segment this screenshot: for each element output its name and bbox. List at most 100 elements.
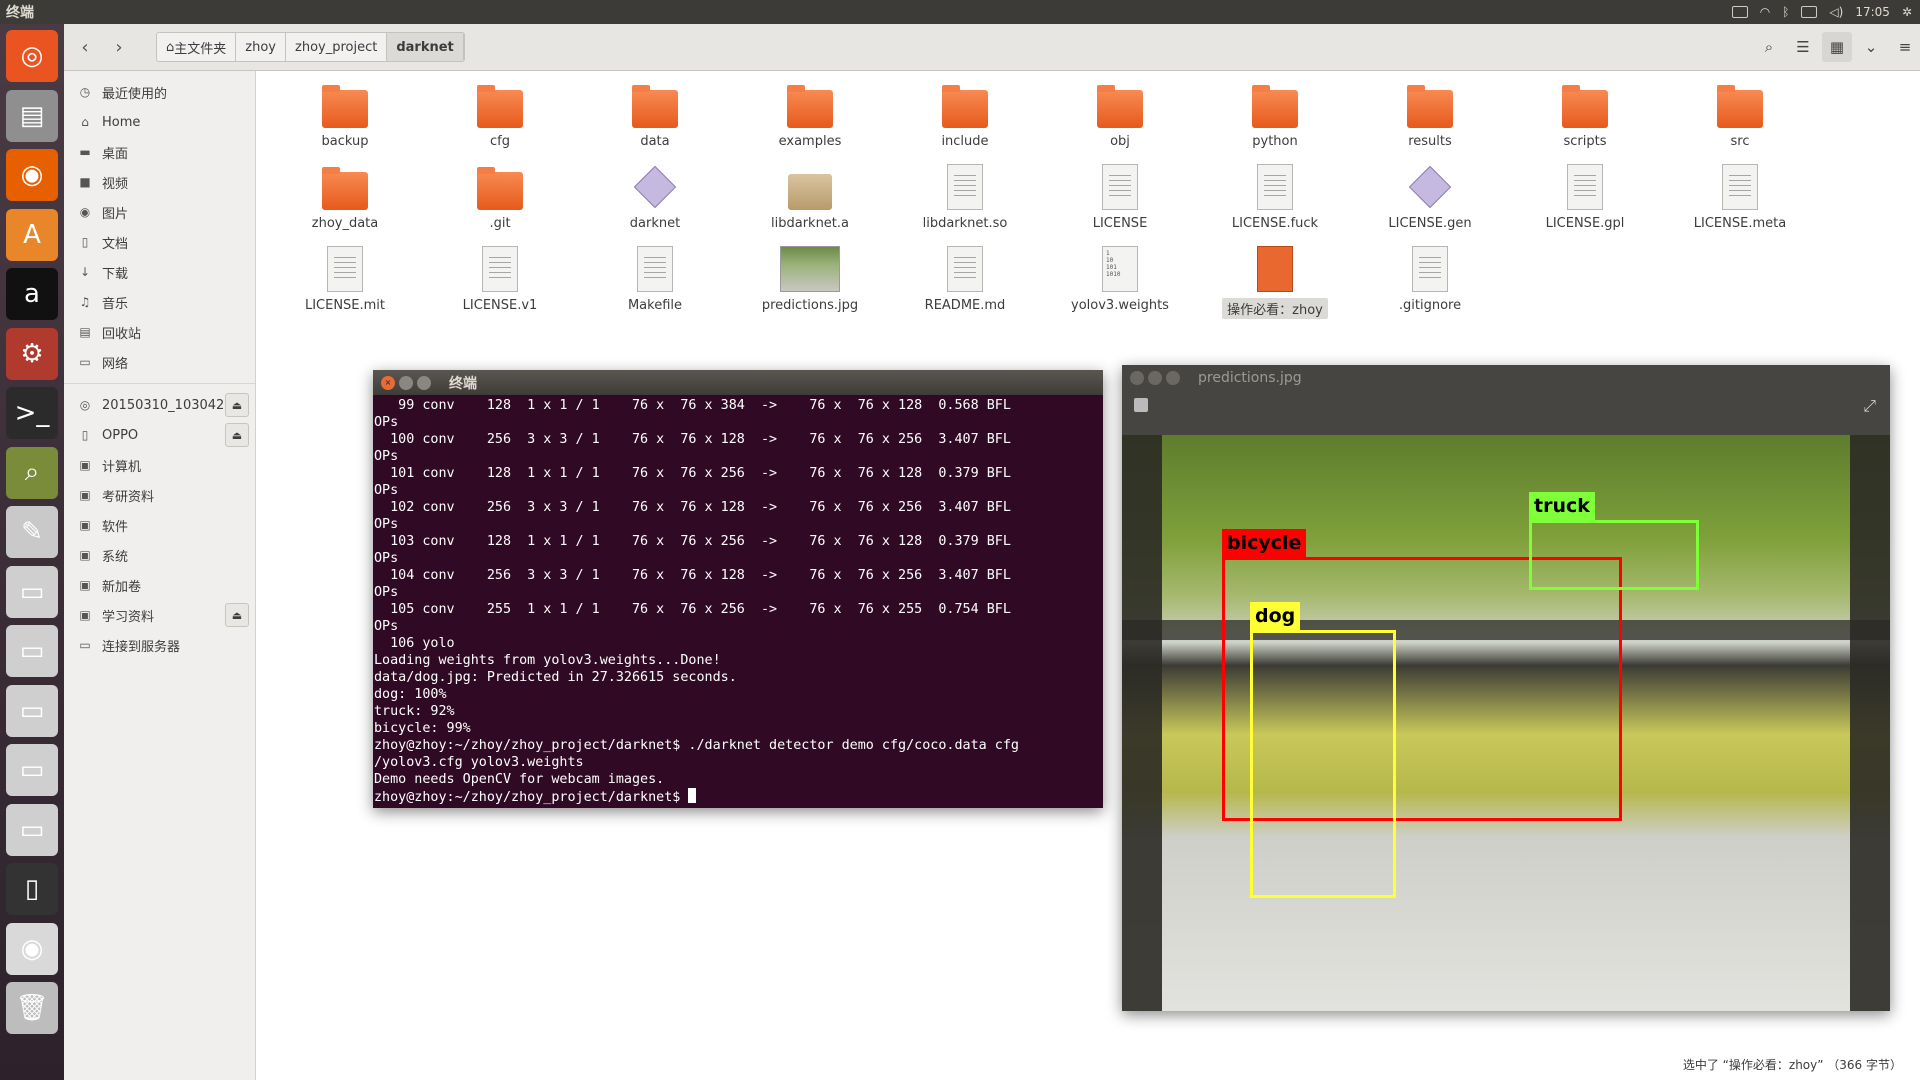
list-view-icon[interactable]: ☰	[1788, 32, 1818, 62]
terminal-prompt-line[interactable]: zhoy@zhoy:~/zhoy/zhoy_project/darknet$	[374, 788, 1103, 806]
files-icon[interactable]: ▤	[6, 89, 58, 142]
maximize-icon[interactable]	[1166, 370, 1180, 385]
file-item[interactable]: obj	[1045, 78, 1195, 156]
phone-icon[interactable]: ▯	[6, 863, 58, 915]
file-item[interactable]: 1 10 101 1010 yolov3.weights	[1045, 242, 1195, 320]
sidebar-item[interactable]: ■ 视频	[64, 167, 255, 197]
file-item[interactable]: .git	[425, 160, 575, 238]
file-item[interactable]: src	[1665, 78, 1815, 156]
volume-icon[interactable]: ◁)	[1829, 5, 1843, 19]
sidebar-item[interactable]: ◎ 20150310_103042 ⏏	[64, 390, 255, 420]
file-item[interactable]: LICENSE.gen	[1355, 160, 1505, 238]
sidebar-item[interactable]: ▣ 系统	[64, 540, 255, 570]
search-icon[interactable]: ⌕	[1754, 32, 1784, 62]
file-item[interactable]: cfg	[425, 78, 575, 156]
terminal-icon[interactable]: >_	[6, 387, 58, 439]
drive-icon[interactable]: ▭	[6, 625, 58, 677]
sidebar-item[interactable]: ▣ 计算机	[64, 450, 255, 480]
file-item[interactable]: .gitignore	[1355, 242, 1505, 320]
breadcrumb-item[interactable]: ⌂ 主文件夹	[157, 33, 237, 61]
sidebar-item[interactable]: ▯ OPPO ⏏	[64, 420, 255, 450]
gallery-icon[interactable]	[1134, 398, 1148, 412]
sidebar-item[interactable]: ▣ 学习资料 ⏏	[64, 600, 255, 630]
minimize-icon[interactable]	[1148, 370, 1162, 385]
amazon-icon[interactable]: a	[6, 268, 58, 320]
close-icon[interactable]	[1130, 370, 1144, 385]
chevron-down-icon[interactable]: ⌄	[1856, 32, 1886, 62]
viewer-titlebar[interactable]: predictions.jpg	[1122, 365, 1890, 390]
file-item[interactable]: include	[890, 78, 1040, 156]
eject-icon[interactable]: ⏏	[225, 603, 249, 627]
file-item[interactable]: zhoy_data	[270, 160, 420, 238]
file-item[interactable]: predictions.jpg	[735, 242, 885, 320]
fullscreen-icon[interactable]: ⤢	[1863, 396, 1876, 416]
sidebar-item[interactable]: ♫ 音乐	[64, 287, 255, 317]
file-item[interactable]: LICENSE.v1	[425, 242, 575, 320]
file-item[interactable]: LICENSE.gpl	[1510, 160, 1660, 238]
grid-view-icon[interactable]: ▦	[1822, 32, 1852, 62]
forward-button[interactable]: ›	[106, 33, 132, 61]
file-item[interactable]: libdarknet.a	[735, 160, 885, 238]
settings-icon[interactable]: ⚙	[6, 327, 58, 380]
breadcrumb-item[interactable]: darknet	[387, 33, 464, 61]
file-item[interactable]: darknet	[580, 160, 730, 238]
file-item[interactable]: data	[580, 78, 730, 156]
close-icon[interactable]: ×	[381, 375, 395, 390]
ubuntu-dash-icon[interactable]: ◎	[6, 30, 58, 82]
bluetooth-icon[interactable]: ᛒ	[1782, 5, 1789, 19]
sidebar-item[interactable]: ▣ 考研资料	[64, 480, 255, 510]
file-item[interactable]: LICENSE.mit	[270, 242, 420, 320]
drive-icon[interactable]: ▭	[6, 565, 58, 618]
file-item[interactable]: LICENSE.fuck	[1200, 160, 1350, 238]
drive-icon[interactable]: ▭	[6, 803, 58, 856]
back-button[interactable]: ‹	[72, 33, 98, 61]
sidebar-item[interactable]: ▬ 桌面	[64, 137, 255, 167]
image-viewer-window[interactable]: predictions.jpg ⤢ bicycle truck dog	[1122, 365, 1890, 1011]
breadcrumb-item[interactable]: zhoy_project	[286, 33, 388, 61]
file-item[interactable]: LICENSE.meta	[1665, 160, 1815, 238]
file-item[interactable]: python	[1200, 78, 1350, 156]
file-item[interactable]: scripts	[1510, 78, 1660, 156]
drive-icon[interactable]: ▭	[6, 684, 58, 737]
sidebar-item[interactable]: ◉ 图片	[64, 197, 255, 227]
wifi-icon[interactable]: ◠	[1760, 5, 1770, 19]
dvd-icon[interactable]: ◉	[6, 922, 58, 975]
sidebar-item[interactable]: ⌂ Home	[64, 107, 255, 137]
terminal-window[interactable]: × 终端 99 conv 128 1 x 1 / 1 76 x 76 x 384…	[373, 370, 1103, 808]
image-viewer-icon[interactable]: ⌕	[6, 446, 58, 499]
sidebar-item[interactable]: ▤ 回收站	[64, 317, 255, 347]
menu-icon[interactable]: ≡	[1890, 32, 1920, 62]
sidebar-item[interactable]: ▭ 网络	[64, 347, 255, 377]
firefox-icon[interactable]: ◉	[6, 149, 58, 201]
maximize-icon[interactable]	[417, 375, 431, 390]
file-item[interactable]: Makefile	[580, 242, 730, 320]
terminal-output[interactable]: 99 conv 128 1 x 1 / 1 76 x 76 x 384 -> 7…	[373, 395, 1103, 806]
eject-icon[interactable]: ⏏	[225, 393, 249, 417]
breadcrumb-item[interactable]: zhoy	[236, 33, 286, 61]
file-item[interactable]: 操作必看：zhoy	[1200, 242, 1350, 320]
minimize-icon[interactable]	[399, 375, 413, 390]
file-item[interactable]: results	[1355, 78, 1505, 156]
software-center-icon[interactable]: A	[6, 208, 58, 261]
drive-icon[interactable]: ▭	[6, 744, 58, 796]
sidebar-item[interactable]: ▯ 文档	[64, 227, 255, 257]
text-editor-icon[interactable]: ✎	[6, 506, 58, 558]
eject-icon[interactable]: ⏏	[225, 423, 249, 447]
sidebar-item[interactable]: ◷ 最近使用的	[64, 77, 255, 107]
sidebar-item[interactable]: ↓ 下载	[64, 257, 255, 287]
file-item[interactable]: examples	[735, 78, 885, 156]
gear-icon[interactable]: ✲	[1902, 5, 1912, 19]
battery-icon[interactable]	[1801, 6, 1818, 18]
sidebar-item[interactable]: ▣ 新加卷	[64, 570, 255, 600]
file-item[interactable]: README.md	[890, 242, 1040, 320]
file-item[interactable]: libdarknet.so	[890, 160, 1040, 238]
file-item[interactable]: LICENSE	[1045, 160, 1195, 238]
sidebar-item[interactable]: ▣ 软件	[64, 510, 255, 540]
file-name: libdarknet.so	[922, 216, 1008, 231]
trash-icon[interactable]: 🗑	[6, 982, 58, 1034]
keyboard-icon[interactable]	[1731, 6, 1748, 18]
terminal-titlebar[interactable]: × 终端	[373, 370, 1103, 395]
clock[interactable]: 17:05	[1855, 5, 1890, 19]
sidebar-item[interactable]: ▭ 连接到服务器	[64, 630, 255, 660]
file-item[interactable]: backup	[270, 78, 420, 156]
